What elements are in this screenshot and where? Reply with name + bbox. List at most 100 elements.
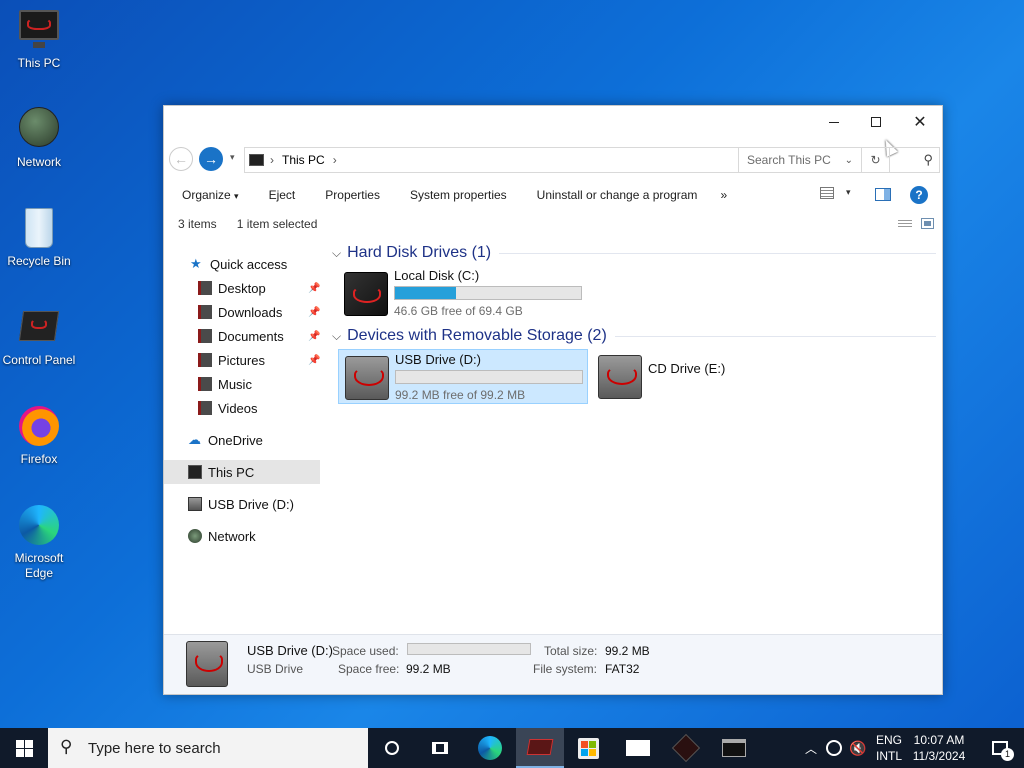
breadcrumb-this-pc[interactable]: This PC bbox=[282, 153, 325, 167]
chevron-up-icon: ︿ bbox=[804, 741, 817, 756]
group-divider bbox=[499, 252, 936, 254]
drive-item-d[interactable]: USB Drive (D:) 99.2 MB free of 99.2 MB bbox=[338, 349, 588, 404]
taskbar-terminal[interactable] bbox=[710, 728, 758, 768]
command-bar: Organize ▾ Eject Properties System prope… bbox=[164, 180, 942, 210]
space-used-bar bbox=[407, 643, 531, 655]
nav-this-pc[interactable]: This PC bbox=[164, 460, 320, 484]
group-header-removable-storage[interactable]: ⌵ Devices with Removable Storage (2) bbox=[332, 327, 936, 345]
status-bar: 3 items 1 item selected bbox=[164, 214, 942, 234]
volume-muted-icon: 🔇 bbox=[849, 739, 867, 756]
recent-locations-dropdown[interactable]: ▾ bbox=[230, 152, 235, 163]
drive-usage-fill bbox=[395, 287, 457, 299]
eject-button[interactable]: Eject bbox=[254, 188, 311, 202]
selection-count: 1 item selected bbox=[236, 217, 318, 231]
close-icon: ✕ bbox=[913, 114, 927, 131]
videos-folder-icon bbox=[198, 401, 212, 415]
maximize-button[interactable] bbox=[854, 106, 898, 138]
show-hidden-icons-button[interactable]: ︿ bbox=[800, 728, 822, 768]
rog-app-icon bbox=[671, 733, 701, 763]
nav-network[interactable]: Network bbox=[164, 524, 320, 548]
navigation-pane: ★ Quick access Desktop 📌 Downloads 📌 Doc… bbox=[164, 252, 322, 634]
taskbar-file-explorer-active[interactable] bbox=[516, 728, 564, 768]
edge-icon bbox=[17, 503, 61, 547]
close-button[interactable]: ✕ bbox=[898, 106, 942, 138]
chevron-down-icon: ⌵ bbox=[332, 328, 342, 343]
forward-button[interactable]: → bbox=[199, 147, 223, 171]
system-properties-button[interactable]: System properties bbox=[395, 188, 522, 202]
taskbar-mail[interactable] bbox=[614, 728, 662, 768]
windows-logo-icon bbox=[15, 739, 33, 757]
desktop-icon-network[interactable]: Network bbox=[2, 107, 76, 170]
minimize-button[interactable] bbox=[812, 106, 856, 138]
task-view-button[interactable] bbox=[416, 728, 464, 768]
desktop-icon-label: Control Panel bbox=[2, 353, 76, 367]
more-commands-button[interactable]: » bbox=[712, 188, 742, 202]
forward-arrow-icon: → bbox=[204, 151, 218, 167]
drive-free-space: 46.6 GB free of 69.4 GB bbox=[394, 304, 523, 318]
organize-menu-button[interactable]: Organize ▾ bbox=[164, 188, 254, 202]
nav-pictures[interactable]: Pictures 📌 bbox=[164, 348, 320, 372]
preview-pane-button[interactable] bbox=[875, 188, 891, 201]
desktop-icon-label: Firefox bbox=[20, 452, 58, 466]
nav-videos[interactable]: Videos bbox=[164, 396, 320, 420]
taskbar-app-rog[interactable] bbox=[662, 728, 710, 768]
back-button[interactable]: ← bbox=[169, 147, 193, 171]
properties-button[interactable]: Properties bbox=[310, 188, 395, 202]
cortana-button[interactable] bbox=[368, 728, 416, 768]
local-disk-icon bbox=[344, 272, 388, 316]
drive-item-c[interactable]: Local Disk (C:) 46.6 GB free of 69.4 GB bbox=[338, 266, 588, 320]
title-bar[interactable]: ✕ bbox=[164, 106, 942, 157]
change-view-button[interactable] bbox=[820, 187, 836, 201]
desktop-icon-recycle-bin[interactable]: Recycle Bin bbox=[2, 206, 76, 269]
nav-downloads[interactable]: Downloads 📌 bbox=[164, 300, 320, 324]
desktop-icon-firefox[interactable]: Firefox bbox=[2, 404, 76, 467]
content-pane: ⌵ Hard Disk Drives (1) Local Disk (C:) 4… bbox=[328, 238, 942, 634]
action-center-button[interactable]: 1 bbox=[976, 728, 1024, 768]
drive-free-space: 99.2 MB free of 99.2 MB bbox=[395, 388, 526, 402]
nav-documents[interactable]: Documents 📌 bbox=[164, 324, 320, 348]
input-language-indicator[interactable]: ENG INTL bbox=[870, 732, 908, 764]
nav-desktop[interactable]: Desktop 📌 bbox=[164, 276, 320, 300]
back-arrow-icon: ← bbox=[174, 151, 188, 167]
taskbar-edge[interactable] bbox=[466, 728, 514, 768]
minimize-icon bbox=[829, 121, 839, 123]
nav-music[interactable]: Music bbox=[164, 372, 320, 396]
volume-button[interactable]: 🔇 bbox=[846, 728, 870, 768]
group-title: Hard Disk Drives (1) bbox=[347, 244, 492, 261]
details-view-icon bbox=[898, 218, 912, 229]
taskbar-store[interactable] bbox=[564, 728, 612, 768]
details-view-toggle[interactable] bbox=[898, 218, 912, 229]
large-icons-view-toggle[interactable] bbox=[921, 218, 934, 229]
clock[interactable]: 10:07 AM 11/3/2024 bbox=[908, 732, 970, 764]
chevron-down-icon: ▾ bbox=[230, 152, 235, 162]
pin-icon: 📌 bbox=[308, 282, 321, 294]
help-button[interactable]: ? bbox=[910, 186, 928, 204]
desktop-icon-this-pc[interactable]: This PC bbox=[2, 8, 76, 71]
network-status-button[interactable] bbox=[822, 728, 846, 768]
drive-item-e[interactable]: CD Drive (E:) bbox=[592, 349, 752, 403]
nav-label: Network bbox=[208, 528, 256, 544]
desktop-folder-icon bbox=[198, 281, 212, 295]
view-options-dropdown[interactable]: ▾ bbox=[846, 187, 851, 198]
music-folder-icon bbox=[198, 377, 212, 391]
desktop-icon-edge[interactable]: Microsoft Edge bbox=[2, 503, 76, 581]
terminal-icon bbox=[722, 739, 746, 757]
taskbar-search-box[interactable]: ⚲ Type here to search bbox=[48, 728, 368, 768]
nav-label: Videos bbox=[218, 400, 258, 416]
control-panel-icon bbox=[17, 305, 61, 349]
desktop-icon-control-panel[interactable]: Control Panel bbox=[2, 305, 76, 368]
nav-quick-access[interactable]: ★ Quick access bbox=[164, 252, 320, 276]
large-icons-view-icon bbox=[924, 221, 931, 226]
search-icon: ⚲ bbox=[60, 737, 73, 756]
search-input[interactable]: Search This PC ⚲ bbox=[738, 147, 940, 173]
network-globe-icon bbox=[17, 107, 61, 151]
group-divider bbox=[614, 335, 936, 337]
details-pane: USB Drive (D:) USB Drive Space used: Spa… bbox=[164, 634, 942, 694]
uninstall-program-button[interactable]: Uninstall or change a program bbox=[522, 188, 713, 202]
details-name: USB Drive (D:) bbox=[247, 643, 333, 658]
start-button[interactable] bbox=[0, 728, 48, 768]
group-header-hard-disk-drives[interactable]: ⌵ Hard Disk Drives (1) bbox=[332, 244, 936, 262]
nav-label: Pictures bbox=[218, 352, 265, 368]
nav-usb-drive[interactable]: USB Drive (D:) bbox=[164, 492, 320, 516]
nav-onedrive[interactable]: ☁ OneDrive bbox=[164, 428, 320, 452]
